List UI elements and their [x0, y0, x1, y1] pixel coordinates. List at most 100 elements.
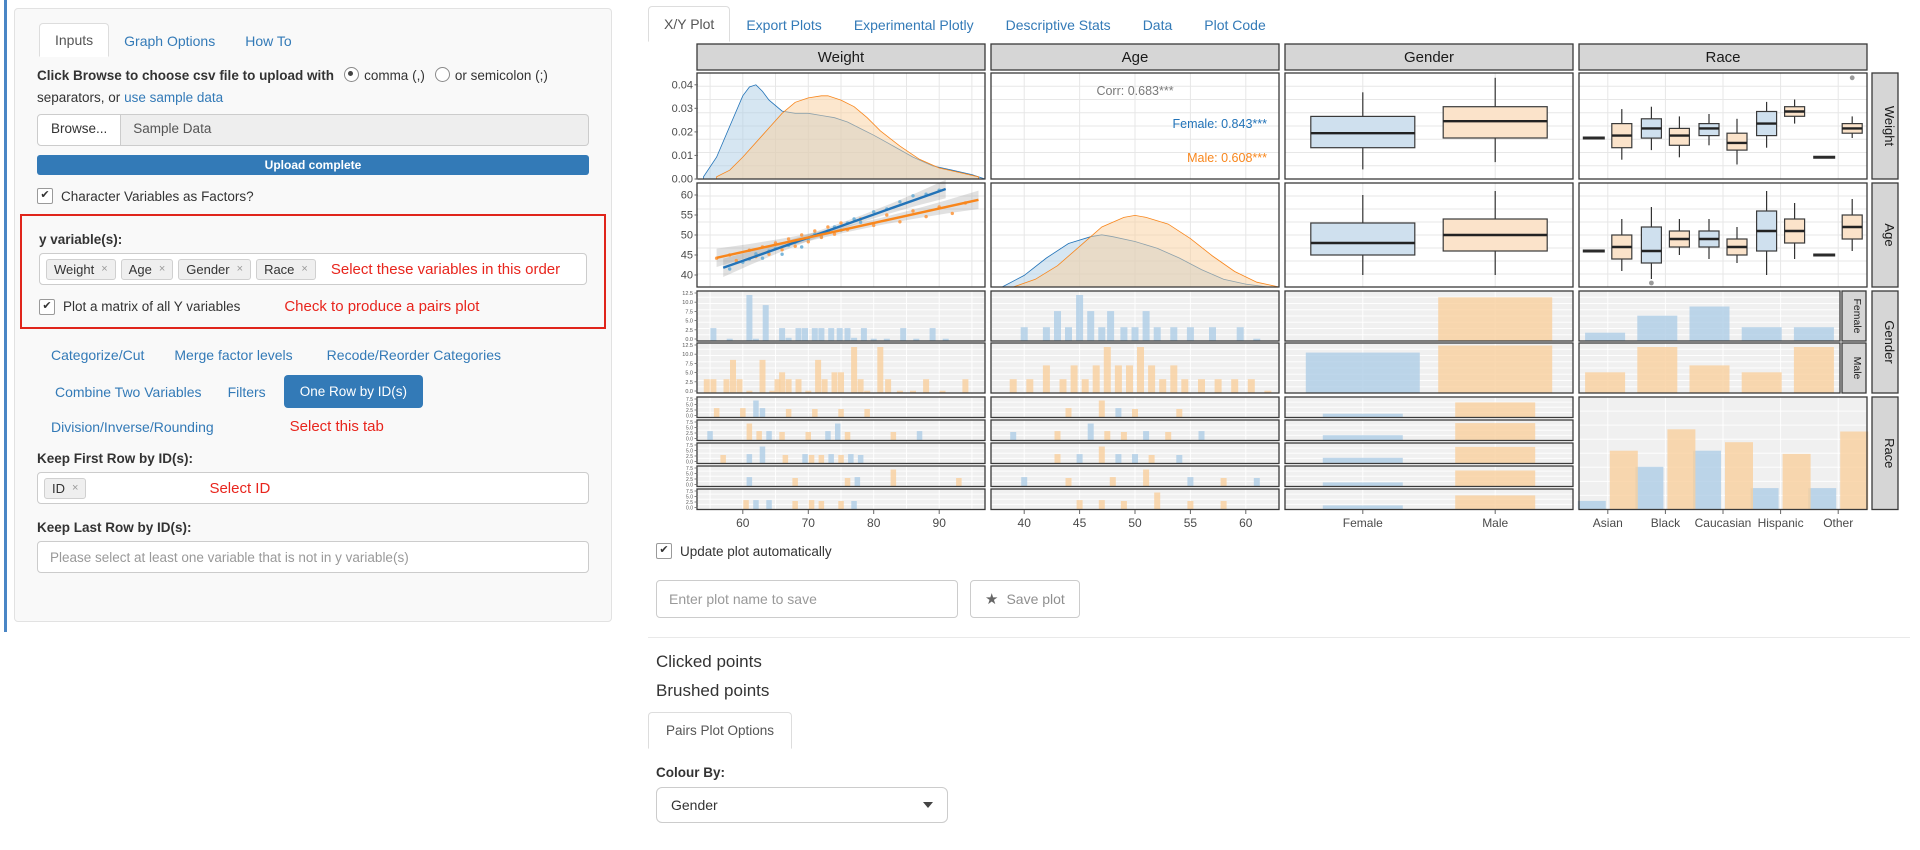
svg-text:60: 60	[681, 190, 693, 202]
svg-text:70: 70	[802, 516, 816, 530]
svg-text:2.5: 2.5	[685, 380, 693, 386]
tag-weight-remove-icon[interactable]: ×	[101, 263, 107, 275]
svg-text:0.0: 0.0	[686, 460, 693, 466]
svg-text:Female: 0.843***: Female: 0.843***	[1172, 117, 1267, 131]
tab-how-to[interactable]: How To	[230, 25, 306, 57]
sidebar-tabbar: Inputs Graph Options How To	[39, 23, 589, 57]
svg-text:Caucasian: Caucasian	[1695, 516, 1752, 530]
colour-by-select[interactable]: Gender	[656, 787, 948, 823]
svg-text:0.0: 0.0	[685, 389, 693, 395]
svg-text:40: 40	[681, 270, 693, 282]
tag-id[interactable]: ID ×	[44, 478, 86, 499]
browse-button[interactable]: Browse...	[37, 114, 121, 146]
tag-age[interactable]: Age ×	[121, 259, 174, 280]
svg-text:Corr: 0.683***: Corr: 0.683***	[1096, 84, 1173, 98]
radio-semicolon[interactable]	[435, 67, 450, 82]
save-plot-label: Save plot	[1006, 591, 1064, 607]
svg-text:10.0: 10.0	[682, 352, 693, 358]
file-name-field[interactable]: Sample Data	[121, 114, 589, 146]
tab-graph-options[interactable]: Graph Options	[109, 25, 230, 57]
svg-text:40: 40	[1018, 516, 1032, 530]
colour-by-label: Colour By:	[656, 765, 725, 780]
svg-text:50: 50	[681, 230, 693, 242]
update-plot-row: ✔ Update plot automatically	[656, 543, 832, 559]
tag-age-label: Age	[129, 262, 152, 277]
tab-categorize-cut[interactable]: Categorize/Cut	[51, 347, 144, 363]
tab-merge-factor-levels[interactable]: Merge factor levels	[174, 347, 292, 363]
save-plot-button[interactable]: ★ Save plot	[970, 580, 1080, 618]
svg-text:0.0: 0.0	[686, 414, 693, 420]
tag-id-remove-icon[interactable]: ×	[72, 482, 78, 494]
keep-last-label: Keep Last Row by ID(s):	[37, 520, 589, 535]
svg-text:Black: Black	[1651, 516, 1681, 530]
svg-text:Asian: Asian	[1593, 516, 1623, 530]
colour-by-value: Gender	[671, 797, 718, 813]
tab-one-row-by-ids[interactable]: One Row by ID(s)	[284, 375, 423, 408]
keep-last-placeholder: Please select at least one variable that…	[50, 550, 409, 565]
y-variables-input[interactable]: Weight× Age× Gender× Race× Select these …	[39, 253, 587, 285]
annotation-select-id: Select ID	[209, 480, 270, 497]
svg-text:0.00: 0.00	[672, 174, 693, 186]
tag-id-label: ID	[52, 481, 65, 496]
svg-text:55: 55	[1184, 516, 1198, 530]
pairs-plot-svg: WeightAgeGenderRaceWeightAgeGenderRaceFe…	[648, 40, 1910, 540]
svg-text:0.01: 0.01	[672, 150, 693, 162]
tab-export-plots[interactable]: Export Plots	[730, 8, 837, 42]
tab-inputs[interactable]: Inputs	[39, 23, 109, 57]
tag-race[interactable]: Race ×	[256, 259, 316, 280]
svg-text:7.5: 7.5	[685, 309, 693, 315]
tab-plot-code[interactable]: Plot Code	[1188, 8, 1281, 42]
matrix-checkbox[interactable]: ✔	[39, 299, 55, 315]
svg-text:0.03: 0.03	[672, 103, 693, 115]
svg-text:45: 45	[1073, 516, 1087, 530]
divider	[648, 637, 1910, 638]
tab-descriptive-stats[interactable]: Descriptive Stats	[990, 8, 1127, 42]
tab-pairs-plot-options[interactable]: Pairs Plot Options	[648, 712, 792, 749]
tag-weight-label: Weight	[54, 262, 94, 277]
tab-data[interactable]: Data	[1127, 8, 1189, 42]
annotation-red-box: y variable(s): Weight × Age × Gender× Race…	[20, 214, 606, 329]
tag-gender-remove-icon[interactable]: ×	[237, 263, 243, 275]
tag-age-remove-icon[interactable]: ×	[159, 263, 165, 275]
tab-xy-plot[interactable]: X/Y Plot	[648, 6, 730, 42]
keep-first-input[interactable]: ID × Select ID	[37, 472, 589, 504]
svg-text:2.5: 2.5	[685, 328, 693, 334]
window-edge-highlight	[4, 0, 7, 632]
factors-checkbox-label: Character Variables as Factors?	[61, 189, 254, 204]
tab-recode-reorder[interactable]: Recode/Reorder Categories	[327, 347, 501, 363]
svg-text:Male: Male	[1851, 357, 1863, 380]
tag-weight[interactable]: Weight ×	[46, 259, 116, 280]
radio-comma[interactable]	[344, 67, 359, 82]
update-plot-label: Update plot automatically	[680, 544, 832, 559]
tag-race-remove-icon[interactable]: ×	[301, 263, 307, 275]
update-plot-checkbox[interactable]: ✔	[656, 543, 672, 559]
tag-gender[interactable]: Gender×	[178, 259, 251, 280]
factors-checkbox-row: ✔ Character Variables as Factors?	[37, 188, 589, 204]
keep-last-input[interactable]: Please select at least one variable that…	[37, 541, 589, 573]
y-variables-label: y variable(s):	[39, 232, 587, 247]
upload-instructions: Click Browse to choose csv file to uploa…	[37, 65, 589, 108]
pairs-plot[interactable]: WeightAgeGenderRaceWeightAgeGenderRaceFe…	[648, 40, 1910, 540]
svg-text:Race: Race	[1882, 438, 1897, 468]
tag-race-label: Race	[264, 262, 294, 277]
factors-checkbox[interactable]: ✔	[37, 188, 53, 204]
svg-text:0.0: 0.0	[686, 506, 693, 512]
tab-division-inverse-rounding[interactable]: Division/Inverse/Rounding	[51, 419, 214, 435]
svg-text:Age: Age	[1122, 49, 1149, 66]
tab-experimental-plotly[interactable]: Experimental Plotly	[838, 8, 990, 42]
tab-filters[interactable]: Filters	[228, 384, 266, 400]
use-sample-data-link[interactable]: use sample data	[124, 90, 223, 105]
svg-text:80: 80	[867, 516, 881, 530]
svg-text:Gender: Gender	[1882, 320, 1897, 364]
svg-text:Hispanic: Hispanic	[1758, 516, 1804, 530]
separators-text: separators, or	[37, 90, 120, 105]
svg-text:90: 90	[933, 516, 947, 530]
upload-progress-bar: Upload complete	[37, 155, 589, 175]
plot-name-input[interactable]: Enter plot name to save	[656, 580, 958, 618]
svg-text:60: 60	[1239, 516, 1253, 530]
svg-text:Other: Other	[1823, 516, 1853, 530]
main-tabbar: X/Y Plot Export Plots Experimental Plotl…	[648, 6, 1282, 42]
tab-combine-two-variables[interactable]: Combine Two Variables	[55, 384, 202, 400]
annotation-select-this-tab: Select this tab	[290, 418, 384, 435]
upload-instructions-text: Click Browse to choose csv file to uploa…	[37, 68, 334, 83]
